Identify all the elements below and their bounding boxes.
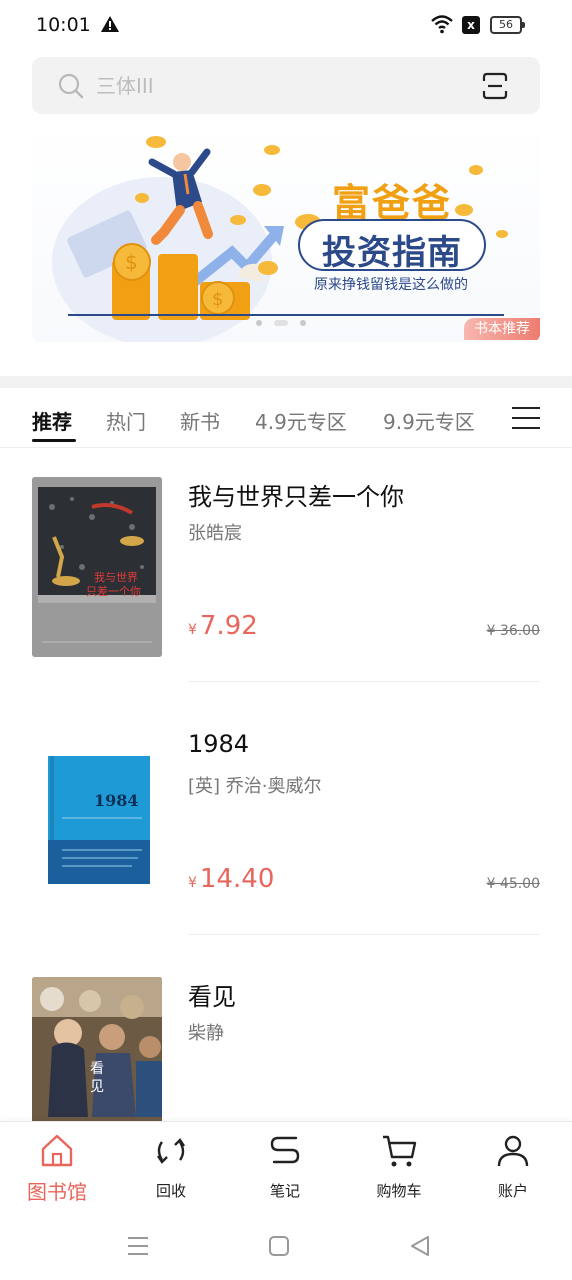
banner-subtitle-large: 投资指南 [322,233,462,273]
notes-icon [270,1136,300,1164]
svg-text:看: 看 [90,1061,104,1077]
section-divider [0,376,572,388]
menu-icon[interactable] [512,406,540,430]
book-author: 柴静 [188,1023,224,1044]
nav-notes[interactable]: 笔记 [228,1122,342,1212]
nav-account[interactable]: 账户 [456,1122,570,1212]
no-sim-icon: x [462,16,480,34]
book-list-item[interactable]: 我与世界 只差一个你 我与世界只差一个你 张皓宸 ¥7.92 ¥ 36.00 [0,477,572,731]
nav-library[interactable]: 图书馆 [0,1122,114,1212]
carousel-dots [256,320,316,328]
svg-text:我与世界: 我与世界 [94,571,138,584]
bottom-tab-bar: 图书馆 回收 笔记 购物车 账户 [0,1121,572,1211]
book-cover-art: 1984 [32,730,162,910]
search-bar[interactable] [32,57,540,114]
battery-indicator: 56 [490,16,525,34]
promo-banner[interactable]: $ $ 富爸爸 投资指南 原来挣钱留钱是这么做的 书本推荐 [32,122,540,342]
book-list-item[interactable]: 1984 1984 [英] 乔治·奥威尔 ¥14.40 ¥ 45.00 [0,730,572,984]
book-price: ¥14.40 [188,864,274,894]
back-icon[interactable] [408,1234,432,1258]
carousel-dot[interactable] [300,320,306,326]
recycle-icon [157,1138,185,1164]
book-cover[interactable]: 我与世界 只差一个你 [32,477,162,657]
tab-new[interactable]: 新书 [180,406,220,435]
currency-symbol: ¥ [188,875,197,891]
currency-symbol: ¥ [188,622,197,638]
tab-active-indicator [32,439,76,442]
row-divider [188,681,540,682]
nav-label: 回收 [155,1182,186,1200]
book-title[interactable]: 看见 [188,977,236,1012]
nav-recycle[interactable]: 回收 [114,1122,228,1212]
search-input[interactable] [96,69,456,103]
nav-cart[interactable]: 购物车 [342,1122,456,1212]
svg-text:$: $ [212,289,223,310]
scan-icon[interactable] [482,72,508,100]
banner-title-pill: 投资指南 [298,219,486,273]
book-price: ¥7.92 [188,611,258,641]
carousel-dot[interactable] [256,320,262,326]
system-nav-bar [0,1212,572,1280]
svg-text:$: $ [125,250,138,274]
home-icon [41,1134,73,1167]
tab-9-9-zone[interactable]: 9.9元专区 [383,406,475,435]
home-button-icon[interactable] [267,1234,291,1258]
book-title[interactable]: 1984 [188,730,249,758]
book-title[interactable]: 我与世界只差一个你 [188,477,404,512]
cart-icon [383,1135,417,1167]
search-icon [58,73,84,99]
price-value: 14.40 [199,864,275,894]
category-tabs: 推荐 热门 新书 4.9元专区 9.9元专区 [0,392,572,448]
carousel-dot-active[interactable] [274,320,288,326]
book-author: [英] 乔治·奥威尔 [188,776,322,797]
book-author: 张皓宸 [188,523,242,544]
svg-text:见: 见 [90,1079,104,1095]
original-price: ¥ 45.00 [486,876,540,892]
nav-label: 账户 [497,1182,528,1200]
svg-text:只差一个你: 只差一个你 [86,584,141,598]
nav-label: 图书馆 [27,1180,87,1204]
nav-label: 笔记 [269,1182,300,1200]
status-time: 10:01 [36,14,91,36]
banner-rule [68,314,504,316]
wifi-icon [431,15,453,34]
book-cover-art: 我与世界 只差一个你 [32,477,162,657]
recent-apps-icon[interactable] [126,1234,150,1258]
row-divider [188,934,540,935]
status-bar: 10:01 x 56 [0,0,572,52]
tab-recommended[interactable]: 推荐 [32,406,72,435]
original-price: ¥ 36.00 [486,623,540,639]
book-cover[interactable]: 1984 [32,730,162,910]
warning-icon [101,16,119,32]
banner-badge: 书本推荐 [464,318,540,340]
user-icon [497,1135,529,1167]
price-value: 7.92 [199,611,258,641]
nav-label: 购物车 [376,1182,422,1200]
tab-4-9-zone[interactable]: 4.9元专区 [255,406,347,435]
banner-tagline: 原来挣钱留钱是这么做的 [314,277,468,293]
svg-text:1984: 1984 [94,791,139,810]
tab-popular[interactable]: 热门 [106,406,146,435]
